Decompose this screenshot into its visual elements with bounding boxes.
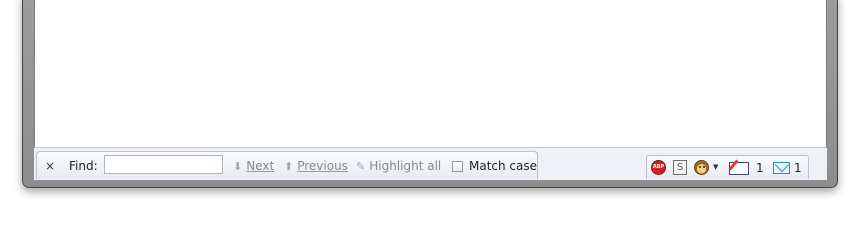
gmail-count[interactable]: 1 xyxy=(794,161,802,175)
addon-status-bar: ABP S ▼ 1 1 xyxy=(646,155,809,179)
close-find-bar-button[interactable]: × xyxy=(45,159,55,173)
page-content-area[interactable] xyxy=(34,0,827,148)
match-case-toggle[interactable]: Match case xyxy=(452,159,537,173)
find-previous-label: Previous xyxy=(297,159,348,173)
s-addon-icon[interactable]: S xyxy=(673,160,687,175)
mail-count[interactable]: 1 xyxy=(756,161,764,175)
chevron-down-icon[interactable]: ▼ xyxy=(713,163,718,171)
highlighter-icon: ✎ xyxy=(356,160,366,173)
highlight-all-label: Highlight all xyxy=(369,159,442,173)
monkey-eye xyxy=(703,166,705,168)
gmail-notifier-icon[interactable] xyxy=(773,162,790,174)
find-input[interactable] xyxy=(104,155,223,174)
find-previous-button[interactable]: ⬆ Previous xyxy=(284,159,348,174)
highlight-all-button[interactable]: ✎ Highlight all xyxy=(356,159,441,174)
find-next-label: Next xyxy=(246,159,275,173)
mail-notifier-icon[interactable] xyxy=(729,162,749,175)
find-bar: × Find: ⬇ Next ⬆ Previous ✎ Highlight all M… xyxy=(36,151,538,179)
monkey-eye xyxy=(699,166,701,168)
close-icon[interactable]: × xyxy=(45,159,55,173)
adblock-plus-icon[interactable]: ABP xyxy=(651,160,666,175)
find-label: Find: xyxy=(69,159,98,173)
arrow-up-icon: ⬆ xyxy=(284,160,294,173)
find-next-button[interactable]: ⬇ Next xyxy=(233,159,274,174)
match-case-label: Match case xyxy=(469,159,538,173)
greasemonkey-icon[interactable] xyxy=(694,160,709,175)
arrow-down-icon: ⬇ xyxy=(233,160,243,173)
match-case-checkbox[interactable] xyxy=(452,161,463,172)
